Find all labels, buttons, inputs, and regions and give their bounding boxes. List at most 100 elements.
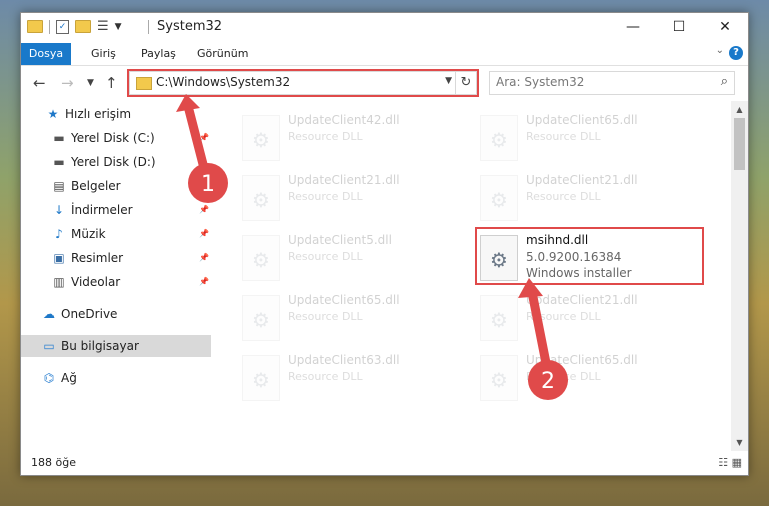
file-tile[interactable]: ⚙ UpdateClient65.dll Resource DLL (242, 291, 467, 347)
dll-file-icon: ⚙ (480, 175, 518, 221)
file-detail: Resource DLL (288, 370, 363, 383)
computer-icon: ▭ (43, 339, 55, 353)
navigation-bar: ← → ▼ ↑ C:\Windows\System32 ▼ ↻ Ara: Sys… (21, 66, 748, 100)
file-name: UpdateClient63.dll (288, 353, 400, 367)
tab-file[interactable]: Dosya (21, 43, 71, 65)
gear-icon: ⚙ (252, 308, 270, 332)
file-detail: Resource DLL (288, 250, 363, 263)
vertical-scrollbar[interactable]: ▲ ▼ (731, 101, 748, 451)
tab-home[interactable]: Giriş (91, 43, 116, 65)
title-divider (148, 20, 149, 34)
search-icon[interactable]: ⌕ (721, 74, 728, 89)
sidebar-item-label: Ağ (61, 371, 77, 385)
ribbon-tabs: Dosya Giriş Paylaş Görünüm ⌄ ? (21, 43, 748, 66)
minimize-button[interactable]: — (610, 13, 656, 43)
file-detail: Resource DLL (288, 130, 363, 143)
window-title: System32 (157, 19, 223, 34)
pin-icon: 📌 (199, 253, 209, 262)
drive-icon: ▬ (53, 131, 65, 145)
window-controls: — ☐ ✕ (610, 13, 748, 43)
file-tile[interactable]: ⚙ UpdateClient65.dll Resource DLL (480, 351, 705, 407)
file-highlight-box (475, 227, 704, 285)
new-folder-icon[interactable] (75, 20, 91, 33)
music-icon: ♪ (55, 227, 63, 241)
tab-view[interactable]: Görünüm (197, 43, 248, 65)
document-icon: ▤ (53, 179, 65, 193)
sidebar-item[interactable]: ▥ Videolar 📌 (21, 271, 211, 293)
pin-icon: 📌 (199, 133, 209, 142)
gear-icon: ⚙ (490, 308, 508, 332)
sidebar-item-label: Videolar (71, 275, 121, 289)
customize-list-icon[interactable]: ☰ (97, 19, 109, 34)
file-detail: Resource DLL (526, 190, 601, 203)
title-bar: ✓ ☰ ▼ System32 — ☐ ✕ (21, 13, 748, 43)
sidebar-item[interactable]: ⌬ Ağ (21, 367, 211, 389)
gear-icon: ⚙ (490, 188, 508, 212)
scroll-down-icon[interactable]: ▼ (731, 434, 748, 451)
sidebar-item-label: Yerel Disk (D:) (71, 155, 156, 169)
gear-icon: ⚙ (252, 248, 270, 272)
dll-file-icon: ⚙ (242, 295, 280, 341)
up-arrow-icon[interactable]: ↑ (105, 74, 118, 92)
dll-file-icon: ⚙ (242, 355, 280, 401)
file-tile[interactable]: ⚙ UpdateClient5.dll Resource DLL (242, 231, 467, 287)
properties-check-icon[interactable]: ✓ (56, 19, 69, 34)
file-tile[interactable]: ⚙ UpdateClient65.dll Resource DLL (480, 111, 705, 167)
status-bar: 188 öğe ☷ ▦ (21, 451, 748, 475)
sidebar-item[interactable]: ▬ Yerel Disk (D:) (21, 151, 211, 173)
search-placeholder[interactable]: Ara: System32 (496, 75, 584, 89)
dll-file-icon: ⚙ (242, 235, 280, 281)
file-name: UpdateClient65.dll (288, 293, 400, 307)
forward-arrow-icon[interactable]: → (61, 74, 74, 92)
close-button[interactable]: ✕ (702, 13, 748, 43)
search-box[interactable]: Ara: System32 ⌕ (489, 71, 735, 95)
chevron-down-icon[interactable]: ▼ (115, 22, 122, 32)
file-name: UpdateClient42.dll (288, 113, 400, 127)
cloud-icon: ☁ (43, 307, 55, 321)
pin-icon: 📌 (199, 181, 209, 190)
sidebar-item-label: OneDrive (61, 307, 118, 321)
file-tile[interactable]: ⚙ UpdateClient42.dll Resource DLL (242, 111, 467, 167)
sidebar-item-label: Resimler (71, 251, 124, 265)
file-name: UpdateClient21.dll (288, 173, 400, 187)
dll-file-icon: ⚙ (480, 115, 518, 161)
file-name: UpdateClient21.dll (526, 173, 638, 187)
sidebar-item[interactable]: ▭ Bu bilgisayar (21, 335, 211, 357)
sidebar-item[interactable]: ▬ Yerel Disk (C:) 📌 (21, 127, 211, 149)
view-toggle-icons[interactable]: ☷ ▦ (718, 456, 742, 469)
sidebar-item-label: Müzik (71, 227, 106, 241)
sidebar-item[interactable]: ▣ Resimler 📌 (21, 247, 211, 269)
maximize-button[interactable]: ☐ (656, 13, 702, 43)
sidebar-item[interactable]: ♪ Müzik 📌 (21, 223, 211, 245)
scroll-up-icon[interactable]: ▲ (731, 101, 748, 118)
navigation-pane: ★ Hızlı erişim ▬ Yerel Disk (C:) 📌 ▬ Yerel Dis… (21, 103, 211, 448)
tab-share[interactable]: Paylaş (141, 43, 176, 65)
item-count: 188 öğe (31, 456, 76, 469)
folder-icon[interactable] (27, 20, 43, 33)
scroll-thumb[interactable] (734, 118, 745, 170)
file-tile[interactable]: ⚙ UpdateClient21.dll Resource DLL (480, 171, 705, 227)
sidebar-item-label: Yerel Disk (C:) (71, 131, 155, 145)
back-arrow-icon[interactable]: ← (33, 74, 46, 92)
file-tile[interactable]: ⚙ UpdateClient21.dll Resource DLL (242, 171, 467, 227)
recent-locations-chevron-icon[interactable]: ▼ (87, 78, 94, 88)
pin-icon: 📌 (199, 205, 209, 214)
video-icon: ▥ (53, 275, 65, 289)
sidebar-item-label: Bu bilgisayar (61, 339, 139, 353)
sidebar-item[interactable]: ★ Hızlı erişim (21, 103, 211, 125)
ribbon-expand-icon[interactable]: ⌄ (716, 45, 724, 56)
file-name: UpdateClient65.dll (526, 113, 638, 127)
dll-file-icon: ⚙ (242, 115, 280, 161)
star-icon: ★ (47, 107, 59, 121)
file-name: UpdateClient5.dll (288, 233, 392, 247)
file-tile[interactable]: ⚙ UpdateClient63.dll Resource DLL (242, 351, 467, 407)
help-icon[interactable]: ? (729, 46, 743, 60)
sidebar-item[interactable]: ↓ İndirmeler 📌 (21, 199, 211, 221)
sidebar-item[interactable]: ▤ Belgeler 📌 (21, 175, 211, 197)
file-detail: Resource DLL (526, 130, 601, 143)
file-tile[interactable]: ⚙ UpdateClient21.dll Resource DLL (480, 291, 705, 347)
pin-icon: 📌 (199, 229, 209, 238)
file-detail: Resource DLL (526, 310, 601, 323)
gear-icon: ⚙ (490, 128, 508, 152)
sidebar-item[interactable]: ☁ OneDrive (21, 303, 211, 325)
